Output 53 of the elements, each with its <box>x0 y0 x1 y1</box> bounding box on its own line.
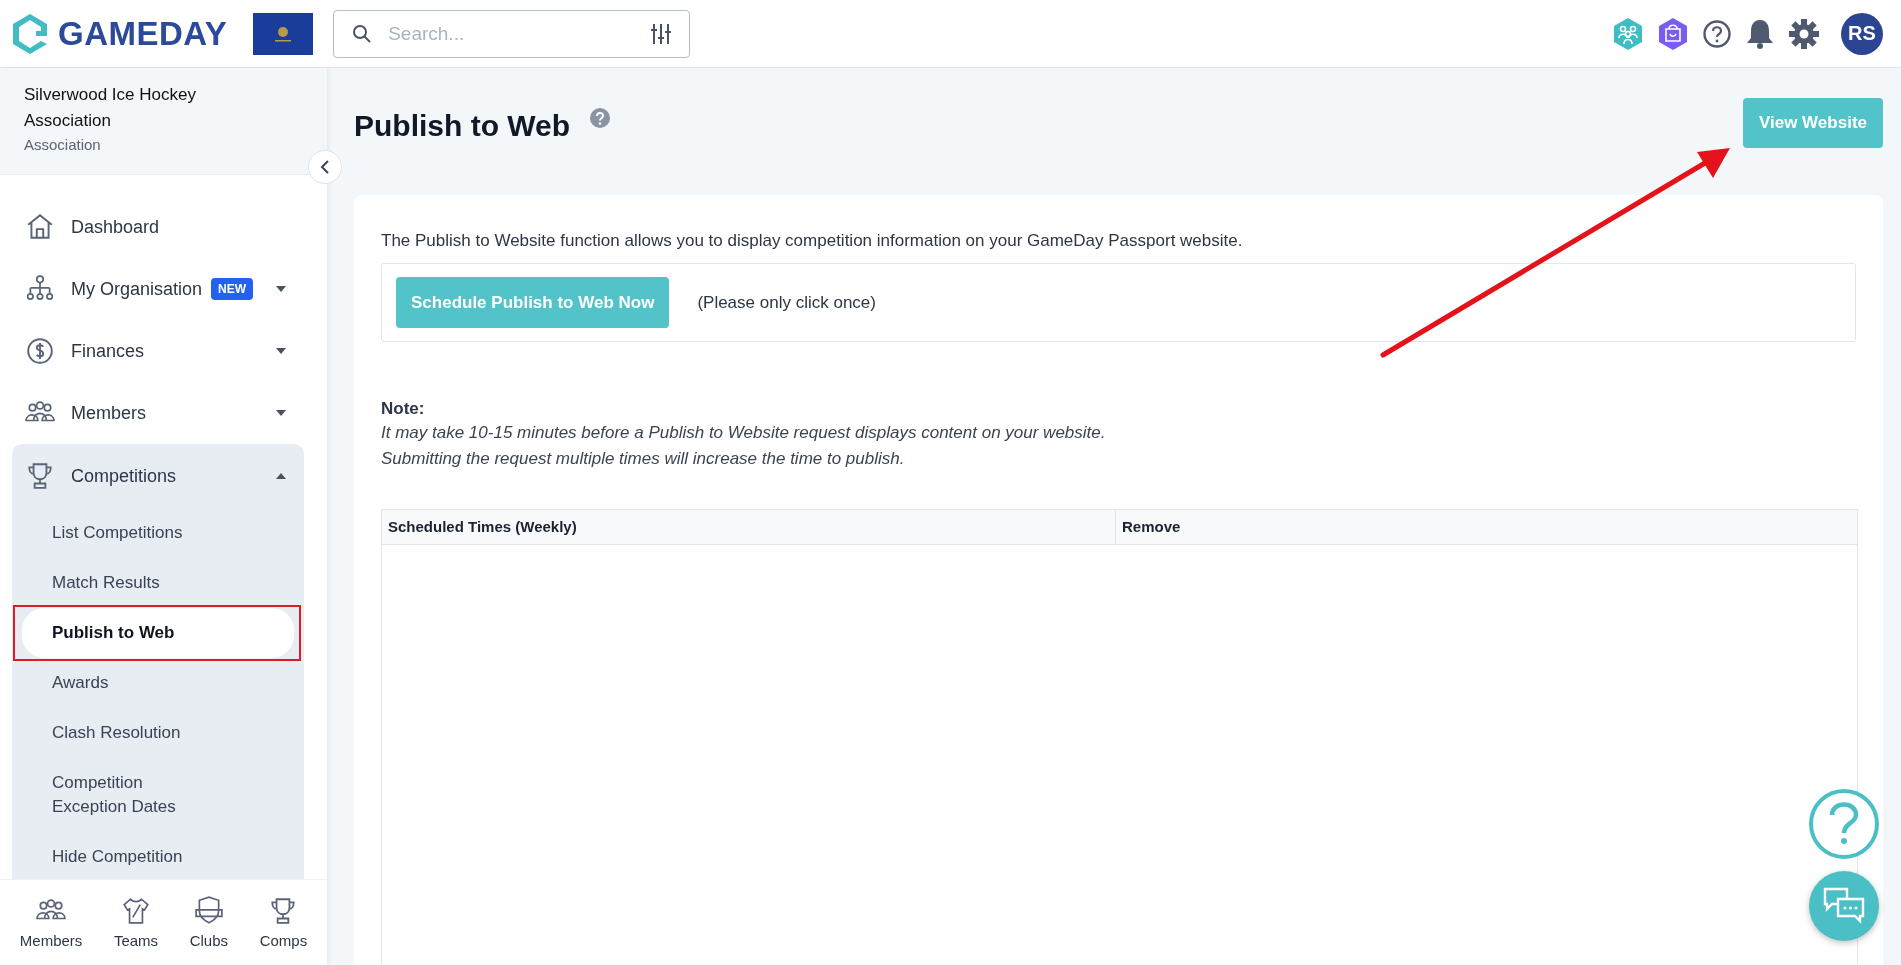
nav-label: Members <box>71 402 146 424</box>
shopping-bag-icon[interactable] <box>1657 16 1689 51</box>
search-icon <box>352 23 373 44</box>
help-icon[interactable] <box>1702 18 1732 49</box>
question-mark-icon <box>1827 801 1861 847</box>
chevron-left-icon <box>320 160 330 174</box>
sub-nav-item[interactable]: Awards <box>22 658 294 708</box>
dollar-icon <box>24 336 56 366</box>
column-header: Scheduled Times (Weekly) <box>387 517 578 537</box>
user-avatar[interactable]: RS <box>1841 12 1883 55</box>
notification-bell-icon[interactable] <box>1745 17 1775 50</box>
description-text: The Publish to Website function allows you to display competition information on your GameDay Passport website. <box>381 231 1244 251</box>
organisation-type: Association <box>24 136 102 153</box>
nav-label: Dashboard <box>71 216 160 238</box>
bottom-nav-item[interactable]: Members <box>19 896 83 949</box>
nav-label: Competitions <box>71 465 177 487</box>
sub-nav-item[interactable]: Competition Exception Dates <box>22 758 294 832</box>
sub-nav-item[interactable]: Match Results <box>22 558 294 608</box>
nav-item[interactable]: Members <box>0 382 304 444</box>
nav-label: Finances <box>71 340 145 362</box>
page-title: Publish to Web <box>354 109 571 143</box>
help-icon[interactable] <box>590 108 611 128</box>
hint-text: (Please only click once) <box>697 292 876 313</box>
settings-icon[interactable] <box>1788 17 1820 50</box>
caret-icon <box>276 348 286 354</box>
filter-icon[interactable] <box>651 22 672 45</box>
nav-item[interactable]: Finances <box>0 320 304 382</box>
column-header: Remove <box>1115 510 1857 544</box>
flag-icon <box>253 12 314 55</box>
search-input[interactable]: Search... <box>386 21 638 46</box>
bottom-nav-item[interactable]: Comps <box>259 896 308 949</box>
nav-item[interactable]: Dashboard <box>0 196 304 258</box>
nav-label: My Organisation <box>71 278 203 300</box>
logo-text: GAMEDAY <box>58 14 228 53</box>
collapse-sidebar-button[interactable] <box>308 150 342 184</box>
note-text: It may take 10-15 minutes before a Publish to Website request displays content on your website. <box>381 423 1107 443</box>
nav-item[interactable]: My Organisation NEW <box>0 258 304 320</box>
bottom-nav-item[interactable]: Clubs <box>189 896 229 949</box>
sub-nav-item[interactable]: Clash Resolution <box>22 708 294 758</box>
note-heading: Note: <box>381 399 426 419</box>
logo-icon <box>10 11 50 56</box>
bottom-nav-item[interactable]: Teams <box>113 896 159 949</box>
search-field[interactable]: Search... <box>333 9 691 58</box>
nav-item[interactable]: Competitions <box>12 444 304 508</box>
caret-icon <box>276 286 286 292</box>
organisation-name: Silverwood Ice Hockey Association <box>24 84 197 132</box>
new-badge: NEW <box>211 278 254 300</box>
sub-nav-item[interactable]: List Competitions <box>22 508 294 558</box>
chat-bubbles-icon <box>1822 886 1866 926</box>
caret-icon <box>276 410 286 416</box>
note-text: Submitting the request multiple times will increase the time to publish. <box>381 449 906 469</box>
caret-icon <box>276 473 286 479</box>
sub-nav-item[interactable]: Hide Competition <box>22 832 294 879</box>
